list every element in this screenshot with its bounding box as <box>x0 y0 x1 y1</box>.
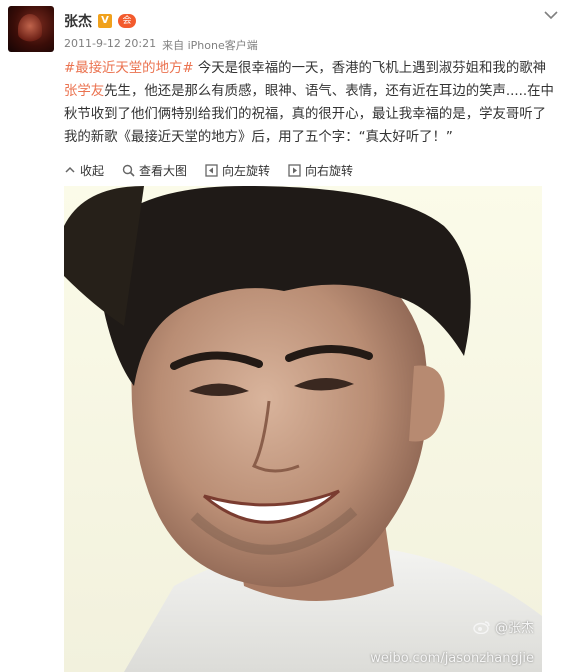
weibo-logo-icon <box>473 620 490 634</box>
rotate-right-icon <box>288 163 301 177</box>
collapse-icon <box>65 166 75 173</box>
view-large-button[interactable]: 查看大图 <box>122 162 187 179</box>
post-text: #最接近天堂的地方# 今天是很幸福的一天，香港的飞机上遇到淑芬姐和我的歌神张学友… <box>64 57 559 149</box>
collapse-label: 收起 <box>80 163 105 178</box>
rotate-left-label: 向左旋转 <box>222 163 271 178</box>
user-row: 张杰 V 会 <box>64 10 136 32</box>
post-text-part2: 先生，他还是那么有质感，眼神、语气、表情，还有近在耳边的笑声.....在中秋节收… <box>64 84 554 145</box>
zoom-icon <box>122 164 135 177</box>
portrait-illustration <box>64 186 542 672</box>
rotate-left-button[interactable]: 向左旋转 <box>205 162 270 179</box>
post-photo[interactable]: @张杰 weibo.com/jasonzhangjie <box>64 186 542 672</box>
member-icon[interactable]: 会 <box>118 14 136 28</box>
rotate-right-label: 向右旋转 <box>305 163 354 178</box>
hashtag-link[interactable]: #最接近天堂的地方# <box>64 61 194 76</box>
post-meta: 2011-9-12 20:21 来自 iPhone客户端 <box>64 37 258 53</box>
watermark-handle: @张杰 <box>494 621 534 636</box>
watermark-name: @张杰 <box>473 617 534 636</box>
collapse-button[interactable]: 收起 <box>64 162 104 179</box>
post-source: 来自 iPhone客户端 <box>162 39 258 52</box>
verified-icon[interactable]: V <box>98 14 112 28</box>
watermark-url: weibo.com/jasonzhangjie <box>370 651 534 666</box>
post-text-part1: 今天是很幸福的一天，香港的飞机上遇到淑芬姐和我的歌神 <box>193 61 546 76</box>
post-timestamp[interactable]: 2011-9-12 20:21 <box>64 37 156 53</box>
mention-link[interactable]: 张学友 <box>64 84 104 99</box>
rotate-right-button[interactable]: 向右旋转 <box>288 162 353 179</box>
chevron-down-icon[interactable] <box>543 8 559 22</box>
view-large-label: 查看大图 <box>139 163 188 178</box>
rotate-left-icon <box>205 163 218 177</box>
image-toolbar: 收起 查看大图 向左旋转 向右旋转 <box>64 158 353 182</box>
user-name[interactable]: 张杰 <box>64 11 92 31</box>
avatar[interactable] <box>8 6 54 52</box>
